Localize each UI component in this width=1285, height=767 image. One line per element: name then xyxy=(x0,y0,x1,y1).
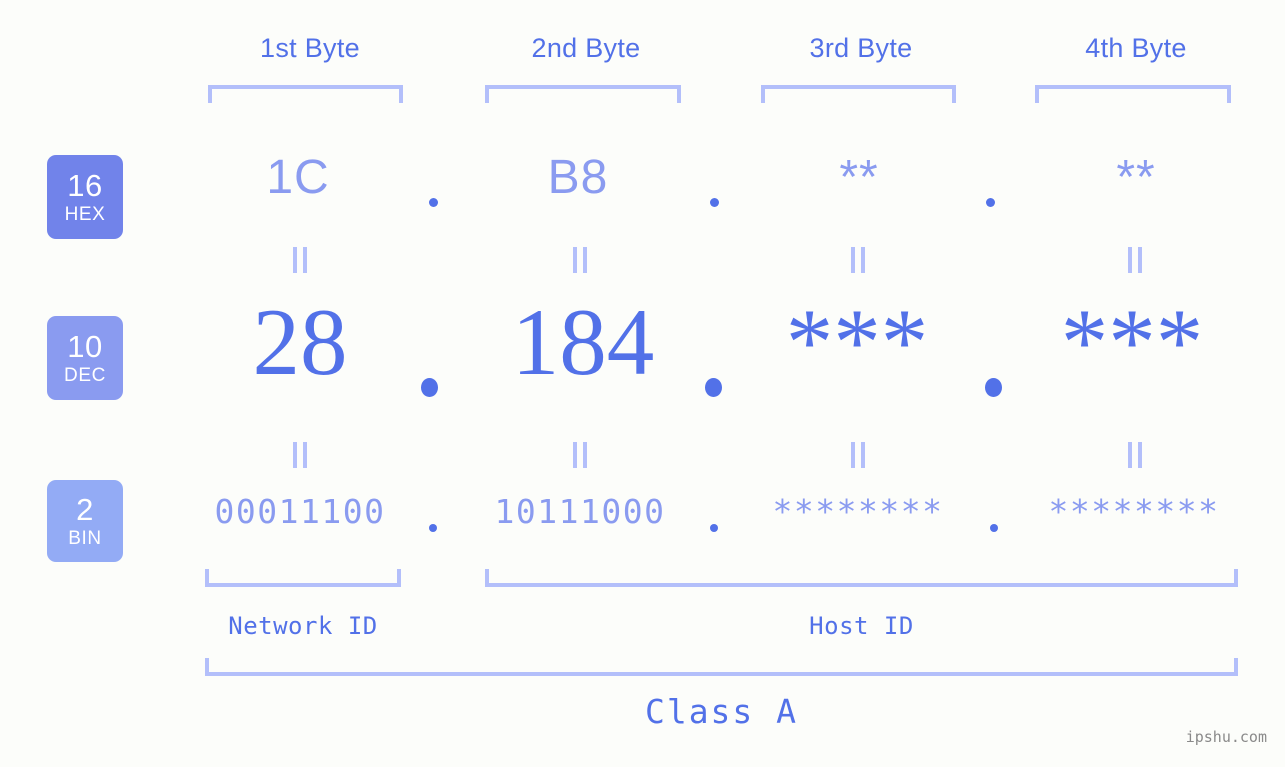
base-badge-hex-name: HEX xyxy=(64,204,106,225)
base-badge-dec: 10 DEC xyxy=(47,316,123,400)
bin-byte-4: ******** xyxy=(1048,492,1220,531)
equals-mark-hex-dec-4 xyxy=(1128,247,1142,273)
host-id-bracket xyxy=(485,569,1238,587)
byte-bracket-1 xyxy=(208,85,403,103)
base-badge-bin-name: BIN xyxy=(68,528,102,549)
byte-bracket-4 xyxy=(1035,85,1231,103)
hex-byte-1: 1C xyxy=(266,151,330,204)
ip-address-diagram: 1st Byte 2nd Byte 3rd Byte 4th Byte 16 H… xyxy=(0,0,1285,767)
dec-byte-4: *** xyxy=(1060,289,1204,395)
equals-mark-dec-bin-4 xyxy=(1128,442,1142,468)
byte-header-4: 4th Byte xyxy=(1085,33,1187,63)
byte-header-2: 2nd Byte xyxy=(531,33,641,63)
host-id-label: Host ID xyxy=(809,612,914,640)
base-badge-hex: 16 HEX xyxy=(47,155,123,239)
hex-byte-2: B8 xyxy=(547,151,609,204)
byte-header-1: 1st Byte xyxy=(260,33,360,63)
base-badge-dec-number: 10 xyxy=(67,329,103,364)
watermark: ipshu.com xyxy=(1185,728,1267,746)
dec-byte-3: *** xyxy=(785,289,929,395)
hex-separator-dot-3 xyxy=(986,198,995,207)
byte-bracket-2 xyxy=(485,85,681,103)
hex-byte-3: ** xyxy=(839,151,879,204)
bin-byte-2: 10111000 xyxy=(494,492,666,531)
dec-separator-dot-2 xyxy=(705,378,722,397)
bin-byte-1: 00011100 xyxy=(214,492,386,531)
dec-byte-2: 184 xyxy=(511,289,655,395)
base-badge-dec-name: DEC xyxy=(64,365,106,386)
base-badge-hex-number: 16 xyxy=(67,168,103,203)
bin-separator-dot-1 xyxy=(429,524,437,532)
dec-separator-dot-1 xyxy=(421,378,438,397)
bin-separator-dot-3 xyxy=(990,524,998,532)
equals-mark-dec-bin-2 xyxy=(573,442,587,468)
equals-mark-hex-dec-1 xyxy=(293,247,307,273)
equals-mark-dec-bin-3 xyxy=(851,442,865,468)
bin-byte-3: ******** xyxy=(772,492,944,531)
hex-separator-dot-1 xyxy=(429,198,438,207)
hex-separator-dot-2 xyxy=(710,198,719,207)
equals-mark-hex-dec-3 xyxy=(851,247,865,273)
class-bracket xyxy=(205,658,1238,676)
hex-byte-4: ** xyxy=(1116,151,1156,204)
byte-header-3: 3rd Byte xyxy=(809,33,913,63)
base-badge-bin-number: 2 xyxy=(76,492,94,527)
bin-separator-dot-2 xyxy=(710,524,718,532)
byte-bracket-3 xyxy=(761,85,956,103)
equals-mark-hex-dec-2 xyxy=(573,247,587,273)
network-id-bracket xyxy=(205,569,401,587)
class-label: Class A xyxy=(644,692,799,731)
equals-mark-dec-bin-1 xyxy=(293,442,307,468)
base-badge-bin: 2 BIN xyxy=(47,480,123,562)
dec-byte-1: 28 xyxy=(252,289,348,395)
dec-separator-dot-3 xyxy=(985,378,1002,397)
network-id-label: Network ID xyxy=(228,612,378,640)
